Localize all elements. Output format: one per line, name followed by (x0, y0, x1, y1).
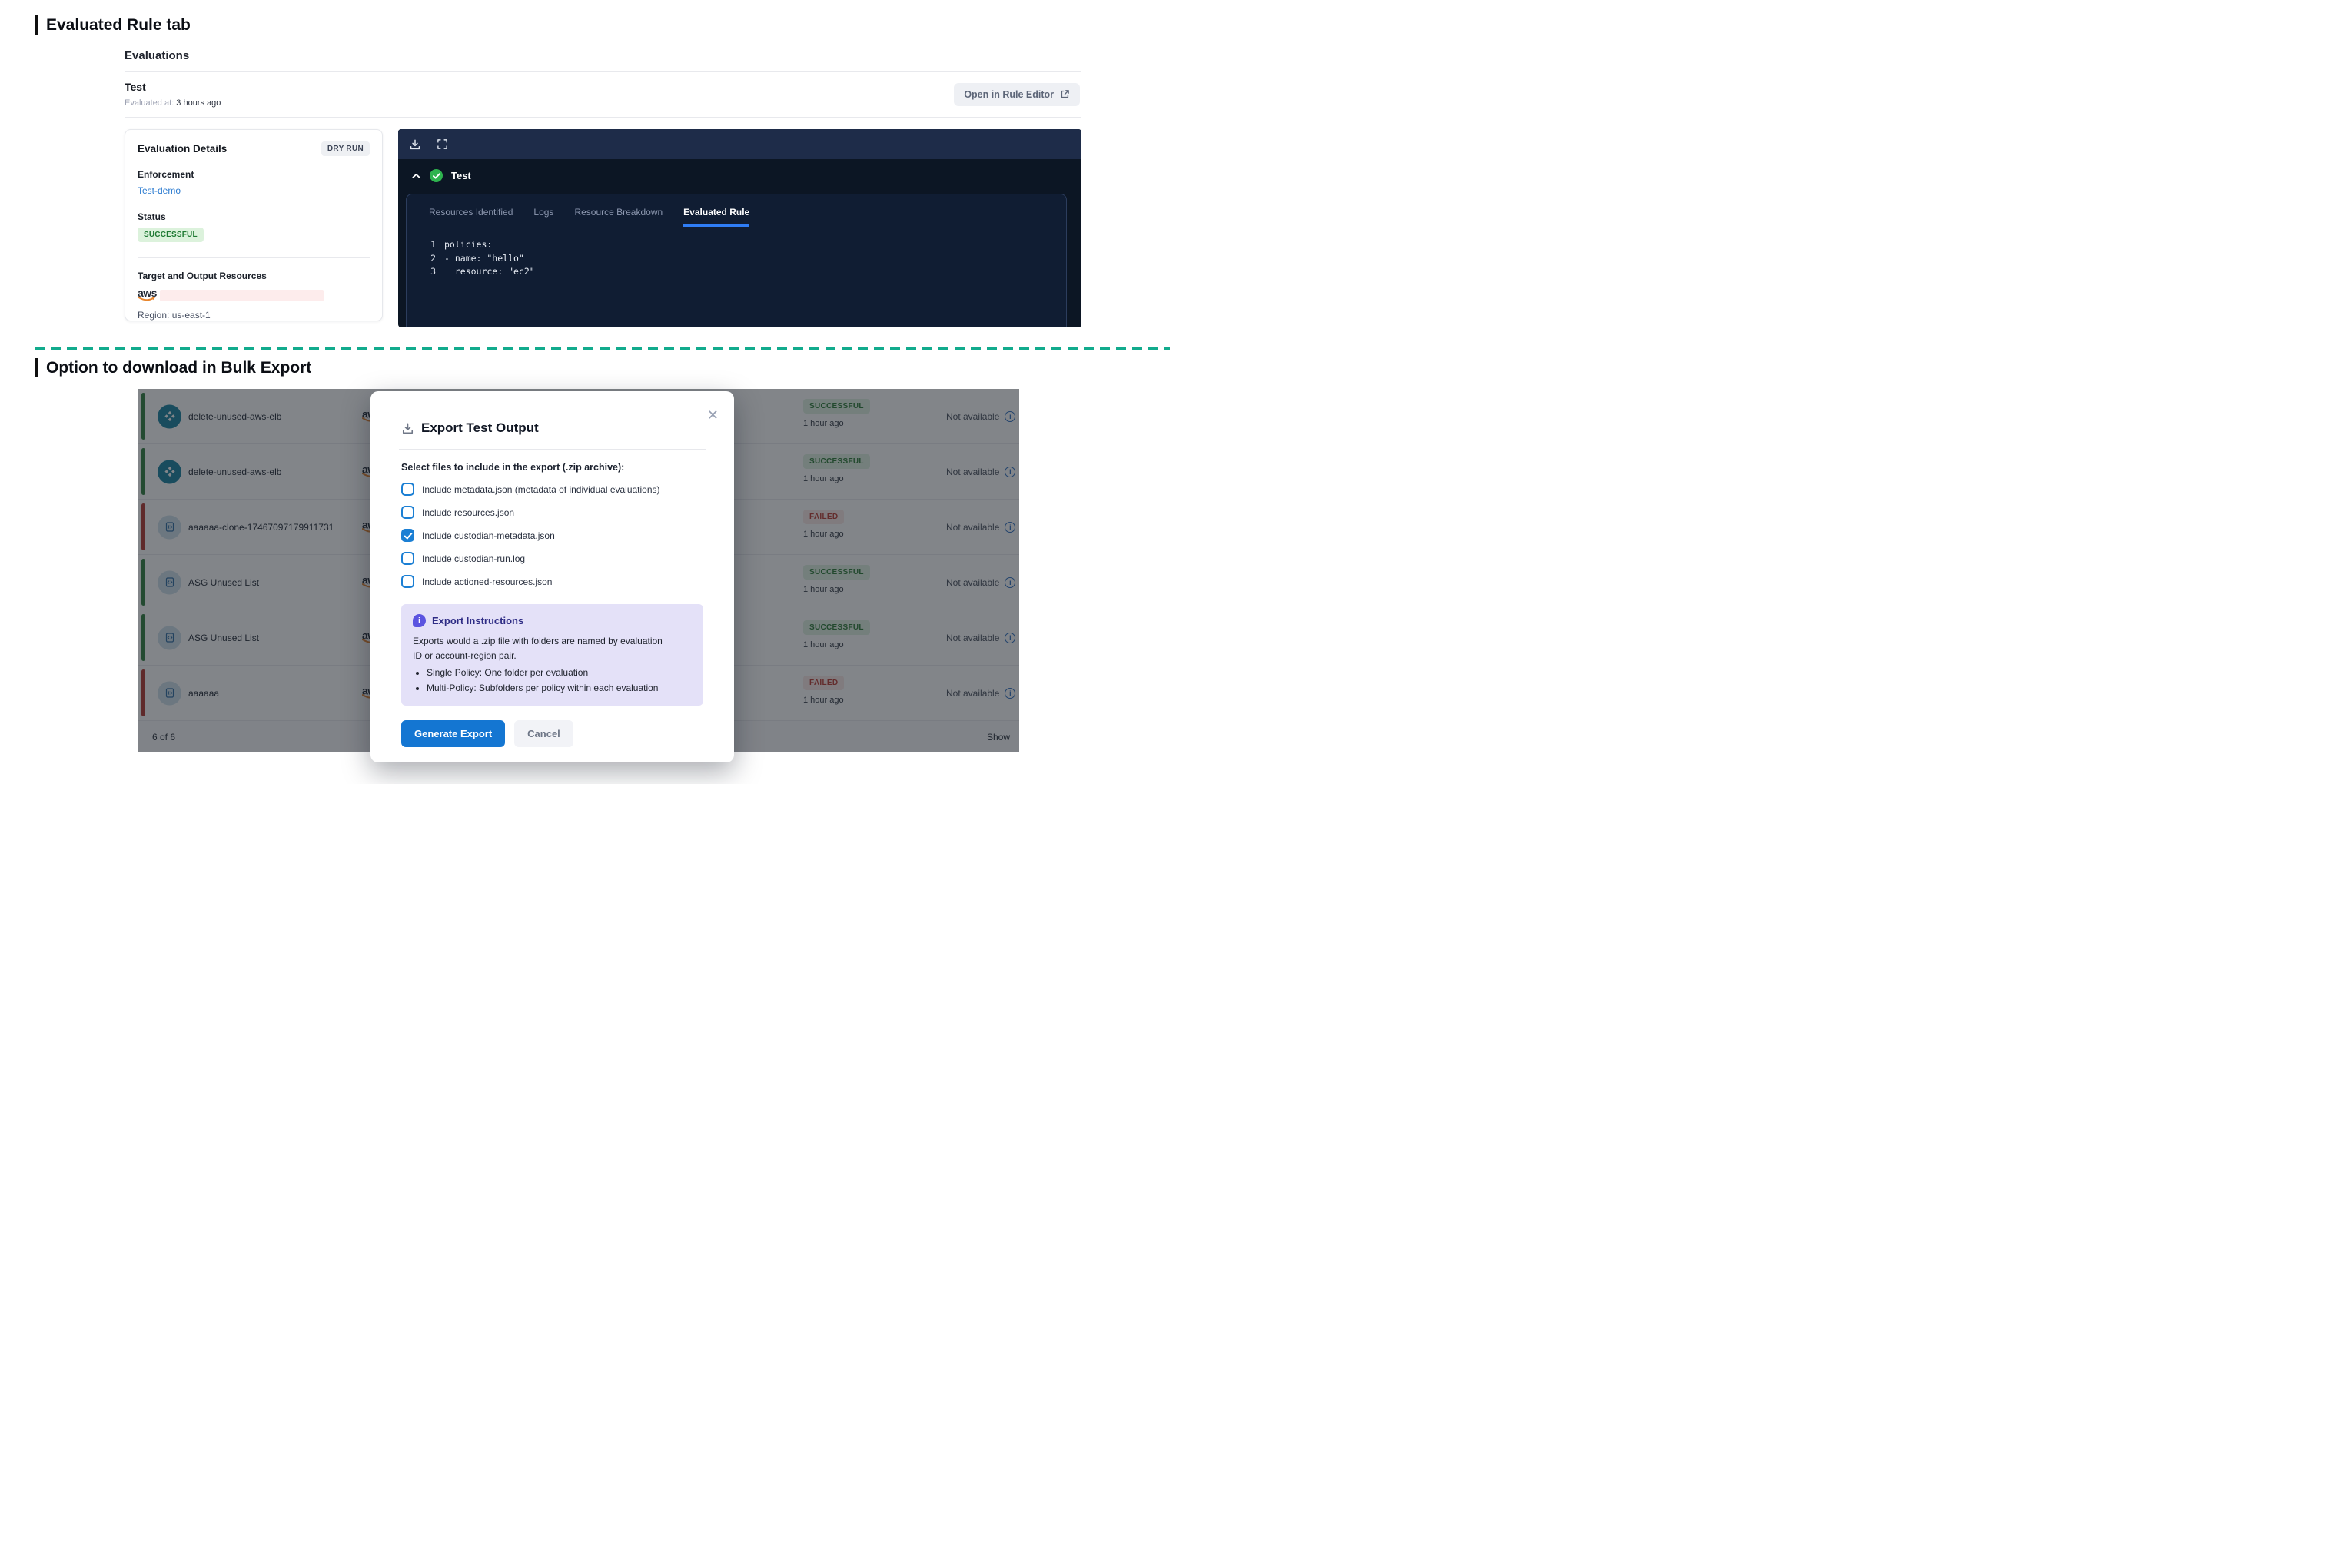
dry-run-badge: DRY RUN (321, 141, 370, 156)
checkbox-label: Include metadata.json (metadata of indiv… (422, 484, 660, 495)
evaluation-details-title: Evaluation Details (138, 143, 227, 154)
section-title-bulk-export: Option to download in Bulk Export (35, 358, 311, 377)
instructions-list: Single Policy: One folder per evaluation… (417, 666, 692, 695)
checkbox-label: Include custodian-run.log (422, 553, 525, 564)
evaluated-at-value: 3 hours ago (176, 98, 221, 108)
tab-evaluated-rule[interactable]: Evaluated Rule (683, 207, 749, 227)
evaluation-details-card: Evaluation Details DRY RUN Enforcement T… (125, 129, 383, 321)
export-modal: ✕ Export Test Output Select files to inc… (370, 391, 734, 762)
viewer-tabs: Resources Identified Logs Resource Break… (407, 194, 1066, 227)
download-icon (401, 422, 414, 435)
evaluation-name: Test (125, 81, 221, 93)
checkbox[interactable] (401, 529, 414, 542)
instructions-bullet: Single Policy: One folder per evaluation (427, 666, 692, 679)
open-in-rule-editor-button[interactable]: Open in Rule Editor (954, 83, 1080, 106)
checkbox-include-resources[interactable]: Include resources.json (401, 506, 703, 519)
evaluated-at-label: Evaluated at: (125, 98, 174, 108)
viewer-inner-card: Resources Identified Logs Resource Break… (406, 194, 1067, 327)
external-link-icon (1060, 89, 1070, 99)
checkbox[interactable] (401, 575, 414, 588)
checkbox[interactable] (401, 483, 414, 496)
checkbox-label: Include actioned-resources.json (422, 576, 552, 587)
code-line: resource: "ec2" (444, 265, 535, 279)
region-text: Region: us-east-1 (138, 310, 370, 321)
checkbox[interactable] (401, 552, 414, 565)
evaluations-panel: Evaluations Test Evaluated at: 3 hours a… (125, 49, 1081, 327)
chevron-up-icon[interactable] (411, 172, 421, 180)
section-divider-dashed (35, 347, 1170, 350)
modal-title: Export Test Output (421, 420, 539, 436)
divider (399, 449, 706, 450)
cancel-button[interactable]: Cancel (514, 720, 573, 747)
tab-logs[interactable]: Logs (533, 207, 553, 227)
divider (125, 117, 1081, 118)
instructions-body: Exports would a .zip file with folders a… (413, 634, 674, 663)
evaluated-at: Evaluated at: 3 hours ago (125, 98, 221, 108)
page: Evaluated Rule tab Evaluations Test Eval… (0, 0, 1176, 784)
enforcement-link[interactable]: Test-demo (138, 185, 370, 196)
evaluated-rule-code: 1 policies: 2 - name: "hello" 3 resource: … (407, 238, 1066, 279)
enforcement-label: Enforcement (138, 169, 370, 180)
code-line: policies: (444, 238, 492, 252)
checkbox-include-custodian-metadata[interactable]: Include custodian-metadata.json (401, 529, 703, 542)
status-badge: SUCCESSFUL (138, 228, 204, 242)
instructions-title: Export Instructions (432, 615, 523, 626)
section-title-evaluated-rule: Evaluated Rule tab (35, 15, 191, 35)
status-label: Status (138, 211, 370, 222)
line-number: 2 (416, 252, 436, 266)
checkbox-label: Include custodian-metadata.json (422, 530, 555, 541)
line-number: 3 (416, 265, 436, 279)
tab-resource-breakdown[interactable]: Resource Breakdown (574, 207, 663, 227)
evaluations-heading: Evaluations (125, 49, 1081, 62)
evaluation-header-row: Test Evaluated at: 3 hours ago Open in R… (125, 72, 1081, 117)
instructions-bullet: Multi-Policy: Subfolders per policy with… (427, 682, 692, 695)
info-icon: i (413, 614, 426, 627)
open-in-rule-editor-label: Open in Rule Editor (964, 89, 1054, 100)
tab-resources-identified[interactable]: Resources Identified (429, 207, 513, 227)
viewer-toolbar (398, 129, 1081, 159)
checkbox-include-metadata[interactable]: Include metadata.json (metadata of indiv… (401, 483, 703, 496)
success-check-icon (430, 169, 443, 182)
evaluation-title-block: Test Evaluated at: 3 hours ago (125, 81, 221, 108)
close-icon[interactable]: ✕ (704, 405, 722, 425)
generate-export-button[interactable]: Generate Export (401, 720, 505, 747)
modal-subtitle: Select files to include in the export (.… (401, 462, 703, 473)
download-icon[interactable] (409, 138, 421, 151)
export-instructions-box: i Export Instructions Exports would a .z… (401, 604, 703, 706)
divider (138, 257, 370, 258)
aws-logo: aws (138, 289, 157, 302)
evaluation-output-viewer: Test Resources Identified Logs Resource … (398, 129, 1081, 327)
checkbox-include-custodian-run-log[interactable]: Include custodian-run.log (401, 552, 703, 565)
code-line: - name: "hello" (444, 252, 524, 266)
line-number: 1 (416, 238, 436, 252)
evaluation-group-row[interactable]: Test (398, 159, 1081, 182)
checkbox[interactable] (401, 506, 414, 519)
redacted-account-text (160, 290, 324, 301)
checkbox-label: Include resources.json (422, 507, 514, 518)
viewer-evaluation-name: Test (451, 170, 471, 181)
target-resources-label: Target and Output Resources (138, 271, 370, 281)
checkbox-include-actioned-resources[interactable]: Include actioned-resources.json (401, 575, 703, 588)
fullscreen-icon[interactable] (437, 138, 448, 150)
